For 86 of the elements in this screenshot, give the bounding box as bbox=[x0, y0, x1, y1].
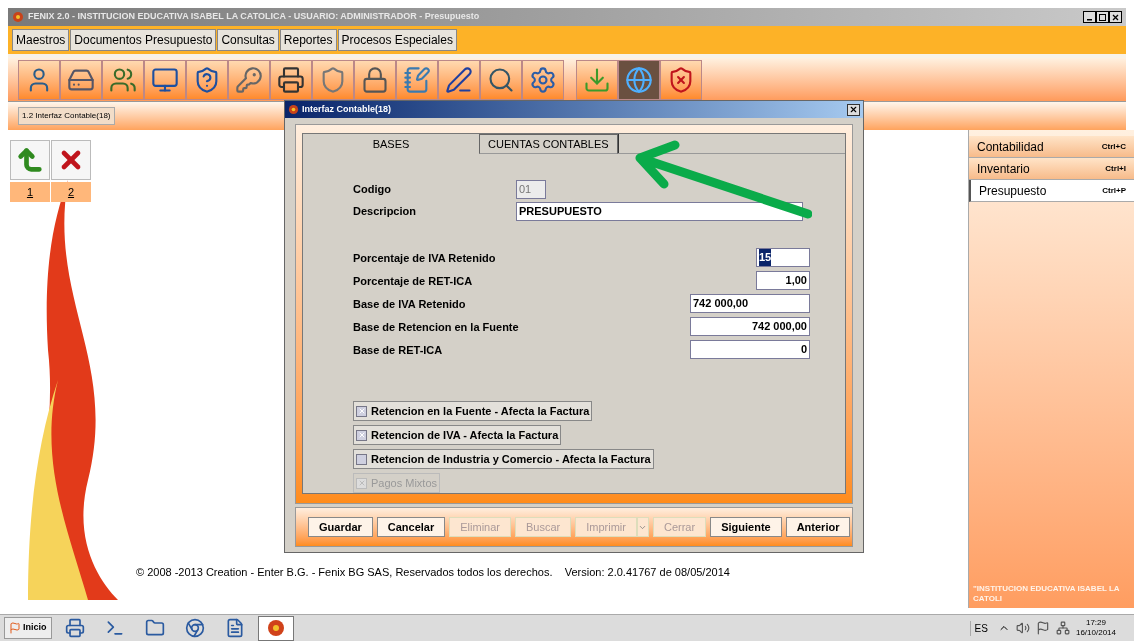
notepad-icon bbox=[403, 65, 431, 94]
checkbox[interactable] bbox=[356, 405, 367, 417]
monitor-icon bbox=[151, 65, 179, 94]
flag-icon[interactable] bbox=[1035, 621, 1050, 635]
pen-button[interactable] bbox=[438, 59, 480, 100]
action-button[interactable]: Guardar bbox=[308, 517, 373, 537]
action-button[interactable]: Siguiente bbox=[710, 517, 782, 537]
menu-item[interactable]: Consultas bbox=[217, 29, 279, 51]
exit-button[interactable] bbox=[660, 59, 702, 100]
action-button[interactable]: Anterior bbox=[785, 517, 851, 537]
globe-button[interactable] bbox=[618, 59, 660, 100]
module-item[interactable]: Contabilidad Ctrl+C bbox=[969, 136, 1134, 158]
field-label: Base de RET-ICA bbox=[353, 342, 444, 357]
language-indicator[interactable]: ES bbox=[969, 620, 992, 636]
input-field[interactable]: 742 000,00 bbox=[690, 294, 810, 313]
document-tab[interactable]: 1.2 Interfaz Contable(18) bbox=[18, 107, 115, 125]
cancel-button[interactable] bbox=[51, 140, 91, 180]
download-button[interactable] bbox=[576, 59, 618, 100]
menu-item[interactable]: Documentos Presupuesto bbox=[70, 29, 217, 51]
action-button[interactable]: Cancelar bbox=[376, 517, 446, 537]
app-logo-icon bbox=[12, 11, 24, 23]
globe-icon bbox=[625, 65, 653, 94]
module-item[interactable]: Presupuesto Ctrl+P bbox=[969, 180, 1134, 202]
close-icon bbox=[849, 105, 858, 114]
clock[interactable]: 17:29 16/10/2014 bbox=[1075, 618, 1130, 638]
minimize-icon[interactable] bbox=[1083, 11, 1096, 23]
notepad-button[interactable] bbox=[396, 59, 438, 100]
app-logo-icon bbox=[265, 618, 286, 638]
lock-icon bbox=[361, 65, 389, 94]
person-button[interactable] bbox=[18, 59, 60, 100]
field-label: Descripcion bbox=[353, 204, 417, 218]
maximize-icon[interactable] bbox=[1096, 11, 1109, 23]
checkbox-option[interactable]: Retencion de IVA - Afecta la Factura bbox=[353, 425, 562, 445]
search-icon bbox=[487, 65, 515, 94]
module-item[interactable]: Inventario Ctrl+I bbox=[969, 158, 1134, 180]
close-button[interactable] bbox=[847, 103, 860, 116]
input-field[interactable]: 15 bbox=[756, 248, 810, 267]
help-button[interactable] bbox=[186, 59, 228, 100]
printer-icon bbox=[64, 618, 85, 638]
browser-icon bbox=[184, 618, 205, 638]
accept-button[interactable] bbox=[10, 140, 50, 180]
windows-flag-icon bbox=[9, 622, 21, 634]
network-icon[interactable] bbox=[1055, 621, 1070, 635]
institution-caption: "INSTITUCION EDUCATIVA ISABEL LA CATOLI bbox=[972, 584, 1121, 605]
key-icon bbox=[235, 65, 263, 94]
search-button[interactable] bbox=[480, 59, 522, 100]
shortcut-number: 1 bbox=[10, 182, 50, 202]
field-label: Base de IVA Retenido bbox=[353, 296, 467, 311]
printer-button[interactable] bbox=[270, 59, 312, 100]
drive-button[interactable] bbox=[60, 59, 102, 100]
menu-item[interactable]: Maestros bbox=[12, 29, 70, 51]
copyright-text: © 2008 -2013 Creation - Enter B.G. - Fenix BG SAS, Reservados todos los derechos. Version: 2.0.41767 de 08/05/2014 bbox=[136, 564, 731, 580]
field-label: Porcentaje de IVA Retenido bbox=[353, 250, 497, 265]
menu-item[interactable]: Reportes bbox=[279, 29, 337, 51]
input-field[interactable]: 1,00 bbox=[756, 271, 810, 290]
settings-icon bbox=[529, 65, 557, 94]
users-button[interactable] bbox=[102, 59, 144, 100]
field-label: Codigo bbox=[353, 182, 392, 196]
checkbox-option[interactable]: Retencion de Industria y Comercio - Afecta la Factura bbox=[353, 449, 654, 469]
shortcut-number: 2 bbox=[51, 182, 91, 202]
printer-icon bbox=[277, 65, 305, 94]
pen-icon bbox=[445, 65, 473, 94]
input-field[interactable]: 0 bbox=[690, 340, 810, 359]
app-logo-icon bbox=[288, 104, 299, 115]
menu-item[interactable]: Procesos Especiales bbox=[337, 29, 457, 51]
input-field[interactable]: 742 000,00 bbox=[690, 317, 810, 336]
dialog-tab[interactable]: CUENTAS CONTABLES bbox=[479, 134, 618, 154]
dialog-title: Interfaz Contable(18) bbox=[302, 102, 392, 116]
checkbox[interactable] bbox=[356, 429, 367, 441]
arrow-icon bbox=[16, 146, 44, 174]
field-label: Porcentaje de RET-ICA bbox=[353, 273, 474, 288]
checkbox[interactable] bbox=[356, 453, 367, 465]
monitor-button[interactable] bbox=[144, 59, 186, 100]
shield-button[interactable] bbox=[312, 59, 354, 100]
input-field[interactable]: PRESUPUESTO bbox=[516, 201, 803, 221]
lock-button[interactable] bbox=[354, 59, 396, 100]
key-button[interactable] bbox=[228, 59, 270, 100]
window-title: FENIX 2.0 - INSTITUCION EDUCATIVA ISABEL LA CATOLICA - USUARIO: ADMINISTRADOR - Presupuesto bbox=[28, 10, 481, 24]
checkbox-option[interactable]: Retencion en la Fuente - Afecta la Factura bbox=[353, 401, 593, 421]
speaker-icon[interactable] bbox=[1015, 621, 1030, 635]
app-taskbar-button[interactable] bbox=[257, 615, 294, 641]
users-icon bbox=[109, 65, 137, 94]
settings-button[interactable] bbox=[522, 59, 564, 100]
start-button[interactable]: Inicio bbox=[4, 617, 52, 639]
folder-icon bbox=[144, 618, 165, 638]
close-icon[interactable] bbox=[1109, 11, 1122, 23]
